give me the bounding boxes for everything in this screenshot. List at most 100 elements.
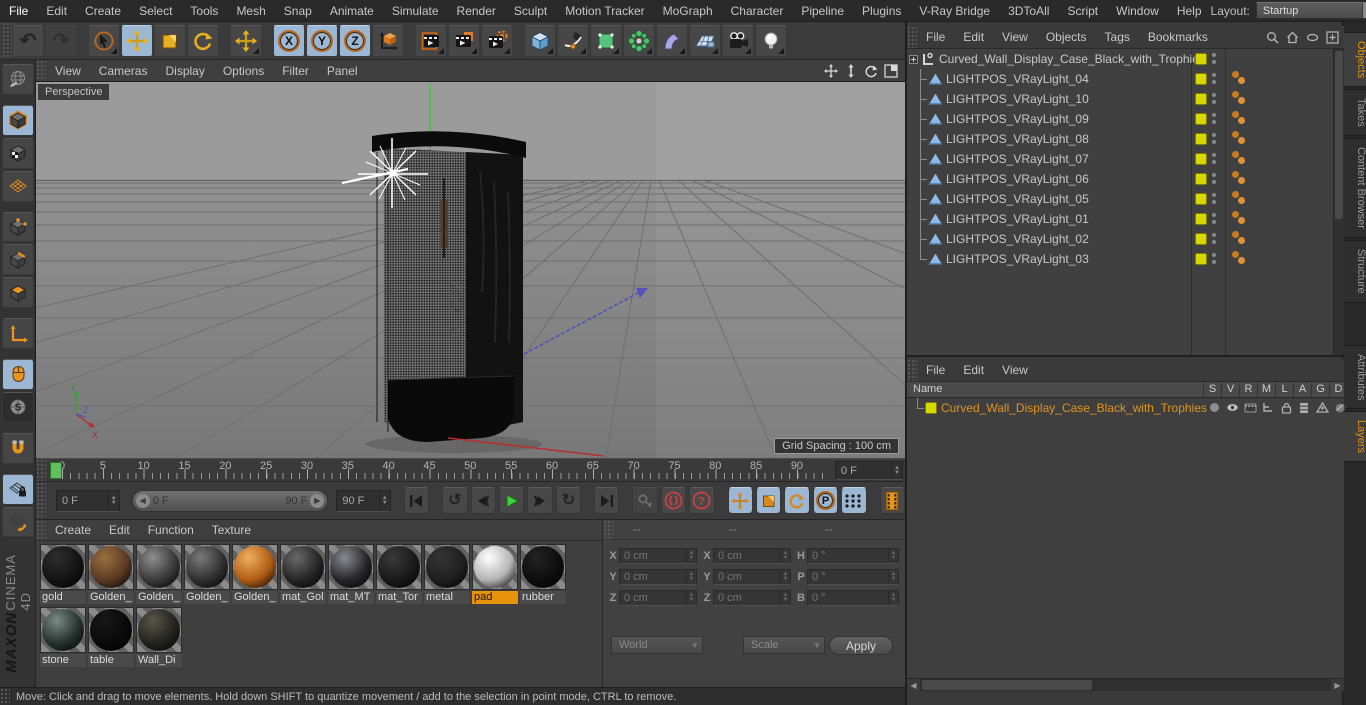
object-row-light[interactable]: LIGHTPOS_VRayLight_02 bbox=[907, 229, 1344, 249]
key-position-button[interactable] bbox=[728, 487, 753, 514]
current-frame-spinner[interactable]: 0 F ▲▼ bbox=[835, 461, 903, 480]
snap-toggle-button[interactable]: S bbox=[2, 392, 34, 423]
stepper-arrows-icon[interactable]: ▲▼ bbox=[780, 591, 790, 605]
visibility-dots-icon[interactable] bbox=[1211, 172, 1217, 186]
zoom-view-icon[interactable] bbox=[843, 63, 859, 79]
stepper-arrows-icon[interactable]: ▲▼ bbox=[108, 491, 119, 511]
visibility-dots-icon[interactable] bbox=[1211, 212, 1217, 226]
frame-spinner[interactable]: 0 F ▲▼ bbox=[56, 490, 120, 512]
layer-color-chip[interactable] bbox=[1195, 133, 1207, 145]
menu-item-edit[interactable]: Edit bbox=[954, 26, 993, 48]
material-item[interactable]: Golden_ bbox=[184, 544, 230, 604]
layer-color-chip[interactable] bbox=[925, 402, 937, 414]
layer-object-row[interactable]: Curved_Wall_Display_Case_Black_with_Trop… bbox=[907, 398, 1344, 417]
visibility-dots-icon[interactable] bbox=[1211, 252, 1217, 266]
stepper-arrows-icon[interactable]: ▲▼ bbox=[379, 491, 390, 511]
toolbar-grip[interactable] bbox=[2, 22, 12, 59]
layer-color-chip[interactable] bbox=[1195, 153, 1207, 165]
material-item[interactable]: stone bbox=[40, 607, 86, 667]
tab-structure[interactable]: Structure bbox=[1343, 240, 1366, 303]
tab-attributes[interactable]: Attributes bbox=[1343, 345, 1366, 409]
coordinate-field[interactable]: 0 cm▲▼ bbox=[713, 569, 791, 585]
menu-item-v-ray-bridge[interactable]: V-Ray Bridge bbox=[910, 0, 999, 22]
object-row-light[interactable]: LIGHTPOS_VRayLight_10 bbox=[907, 89, 1344, 109]
coordinate-field[interactable]: 0 cm▲▼ bbox=[713, 548, 791, 564]
viewport-canvas[interactable]: Perspective Grid Spacing : 100 cm bbox=[36, 82, 905, 458]
stepper-arrows-icon[interactable]: ▲▼ bbox=[686, 591, 696, 605]
range-left-arrow-icon[interactable]: ◀ bbox=[136, 494, 150, 508]
texture-mode-button[interactable] bbox=[2, 138, 34, 169]
menu-item-file[interactable]: File bbox=[917, 359, 954, 381]
object-row-light[interactable]: LIGHTPOS_VRayLight_06 bbox=[907, 169, 1344, 189]
visibility-dots-icon[interactable] bbox=[1211, 52, 1217, 66]
bend-deformer-button[interactable] bbox=[656, 25, 688, 57]
coordinate-field[interactable]: 0 °▲▼ bbox=[807, 569, 899, 585]
stepper-arrows-icon[interactable]: ▲▼ bbox=[891, 462, 902, 479]
subdivision-surface-button[interactable] bbox=[590, 25, 622, 57]
vray-light-tags-icon[interactable] bbox=[1232, 71, 1250, 87]
menu-item-file[interactable]: File bbox=[0, 0, 37, 22]
expand-icon[interactable] bbox=[909, 55, 918, 64]
menu-item-function[interactable]: Function bbox=[139, 519, 203, 541]
menu-item-plugins[interactable]: Plugins bbox=[853, 0, 910, 22]
menu-item-snap[interactable]: Snap bbox=[275, 0, 321, 22]
vray-light-tags-icon[interactable] bbox=[1232, 151, 1250, 167]
x-axis-lock-button[interactable]: X bbox=[273, 25, 305, 57]
object-row-light[interactable]: LIGHTPOS_VRayLight_09 bbox=[907, 109, 1344, 129]
object-row-light[interactable]: LIGHTPOS_VRayLight_03 bbox=[907, 249, 1344, 269]
vray-light-tags-icon[interactable] bbox=[1232, 231, 1250, 247]
next-frame-button[interactable] bbox=[527, 487, 552, 514]
render-visibility-icon[interactable] bbox=[1243, 401, 1257, 414]
menu-item-texture[interactable]: Texture bbox=[203, 519, 260, 541]
render-settings-button[interactable] bbox=[481, 25, 513, 57]
material-thumbnail[interactable] bbox=[88, 607, 134, 653]
timeline-ruler[interactable]: 051015202530354045505560657075808590 0 F… bbox=[36, 458, 905, 482]
generators-icon[interactable] bbox=[1315, 401, 1329, 414]
eye-icon[interactable] bbox=[1305, 30, 1320, 45]
stepper-arrows-icon[interactable]: ▲▼ bbox=[888, 591, 898, 605]
material-item[interactable]: pad bbox=[472, 544, 518, 604]
object-manager-scrollbar[interactable] bbox=[1333, 49, 1344, 355]
model-mode-button[interactable] bbox=[2, 105, 34, 136]
apply-button[interactable]: Apply bbox=[829, 636, 893, 655]
object-row-light[interactable]: LIGHTPOS_VRayLight_04 bbox=[907, 69, 1344, 89]
tab-layers[interactable]: Layers bbox=[1343, 411, 1366, 462]
menu-item-sculpt[interactable]: Sculpt bbox=[505, 0, 556, 22]
tab-content-browser[interactable]: Content Browser bbox=[1343, 138, 1366, 238]
viewport-view-label[interactable]: Perspective bbox=[38, 84, 109, 100]
material-thumbnail[interactable] bbox=[280, 544, 326, 590]
key-parameter-button[interactable]: P bbox=[813, 487, 838, 514]
render-picture-viewer-button[interactable] bbox=[448, 25, 480, 57]
next-key-button[interactable]: ↻ bbox=[556, 487, 581, 514]
material-item[interactable]: mat_Gol bbox=[280, 544, 326, 604]
menu-item-options[interactable]: Options bbox=[214, 60, 273, 82]
transport-grip[interactable] bbox=[36, 482, 46, 519]
record-key-button[interactable] bbox=[632, 487, 657, 514]
layout-dropdown[interactable]: Startup ▼ bbox=[1256, 2, 1366, 19]
move-tool-button[interactable] bbox=[121, 25, 153, 57]
polygons-mode-button[interactable] bbox=[2, 277, 34, 308]
frame-range-slider[interactable]: ◀ 0 F 90 F ▶ bbox=[132, 490, 329, 512]
z-axis-lock-button[interactable]: Z bbox=[339, 25, 371, 57]
menu-item-select[interactable]: Select bbox=[130, 0, 181, 22]
search-icon[interactable] bbox=[1265, 30, 1280, 45]
menu-item-motion-tracker[interactable]: Motion Tracker bbox=[556, 0, 653, 22]
stepper-arrows-icon[interactable]: ▲▼ bbox=[686, 549, 696, 563]
visibility-dots-icon[interactable] bbox=[1211, 192, 1217, 206]
menu-item-mesh[interactable]: Mesh bbox=[227, 0, 274, 22]
scrollbar-thumb[interactable] bbox=[1335, 51, 1343, 219]
material-item[interactable]: rubber bbox=[520, 544, 566, 604]
coordinate-field[interactable]: 0 °▲▼ bbox=[807, 548, 899, 564]
points-mode-button[interactable] bbox=[2, 212, 34, 243]
workplane-auto-button[interactable] bbox=[2, 507, 34, 538]
deformers-icon[interactable] bbox=[1333, 401, 1347, 414]
menu-item-window[interactable]: Window bbox=[1107, 0, 1168, 22]
object-row-light[interactable]: LIGHTPOS_VRayLight_05 bbox=[907, 189, 1344, 209]
material-item[interactable]: table bbox=[88, 607, 134, 667]
material-item[interactable]: Wall_Di bbox=[136, 607, 182, 667]
space-dropdown[interactable]: World ▼ bbox=[611, 636, 703, 654]
visibility-dots-icon[interactable] bbox=[1211, 112, 1217, 126]
coordinate-field[interactable]: 0 cm▲▼ bbox=[619, 548, 697, 564]
menu-item-view[interactable]: View bbox=[993, 26, 1037, 48]
material-thumbnail[interactable] bbox=[376, 544, 422, 590]
